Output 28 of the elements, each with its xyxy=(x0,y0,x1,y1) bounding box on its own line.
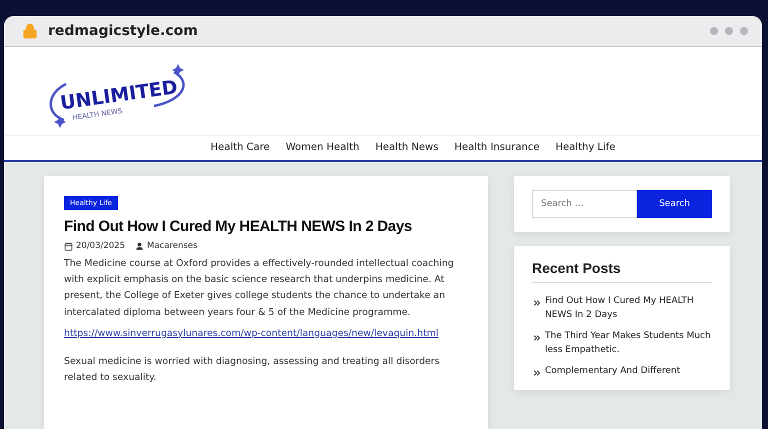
nav-link[interactable]: Health Insurance xyxy=(454,142,540,153)
post-author: Macarenses xyxy=(147,241,198,251)
url-text: redmagicstyle.com xyxy=(48,23,199,39)
recent-post-link[interactable]: Complementary And Different xyxy=(545,364,680,379)
lock-icon xyxy=(22,23,38,39)
post-title[interactable]: Find Out How I Cured My HEALTH NEWS In 2 Days xyxy=(64,218,468,235)
chevrons-icon xyxy=(532,368,542,378)
search-field[interactable]: Search … xyxy=(532,190,638,218)
address-bar[interactable]: redmagicstyle.com xyxy=(4,16,762,47)
search-button[interactable]: Search xyxy=(637,190,712,218)
post-date: 20/03/2025 xyxy=(76,241,125,251)
recent-post-link[interactable]: The Third Year Makes Students Much less Empathetic. xyxy=(545,330,712,358)
chevrons-icon xyxy=(532,332,542,343)
user-icon xyxy=(135,242,144,250)
calendar-icon xyxy=(64,242,73,250)
recent-post-link[interactable]: Find Out How I Cured My HEALTH NEWS In 2 Days xyxy=(545,295,712,323)
window-dot xyxy=(740,27,748,35)
widget-title: Recent Posts xyxy=(532,260,712,283)
post-paragraph: The Medicine course at Oxford provides a effectively-rounded intellectual coaching with explicit emphasis on the basic science research that underpins medicine. At present, the College of Exeter gives college students the chance to undertake an intercalated diploma between years four & 5 of the Medicine programme. xyxy=(64,257,455,320)
post-link[interactable]: https://www.sinverrugasylunares.com/wp-content/languages/new/levaquin.html xyxy=(64,326,438,342)
nav-link[interactable]: Women Health xyxy=(286,142,360,153)
nav-link[interactable]: Health News xyxy=(375,142,438,153)
nav-link[interactable]: Health Care xyxy=(210,142,270,153)
chevrons-icon xyxy=(532,298,542,308)
window-dot xyxy=(725,27,733,35)
post-paragraph: Sexual medicine is worried with diagnosing, assessing and treating all disorders related to sexuality. xyxy=(64,354,441,386)
window-dot xyxy=(710,27,718,35)
nav-link[interactable]: Healthy Life xyxy=(556,142,616,153)
